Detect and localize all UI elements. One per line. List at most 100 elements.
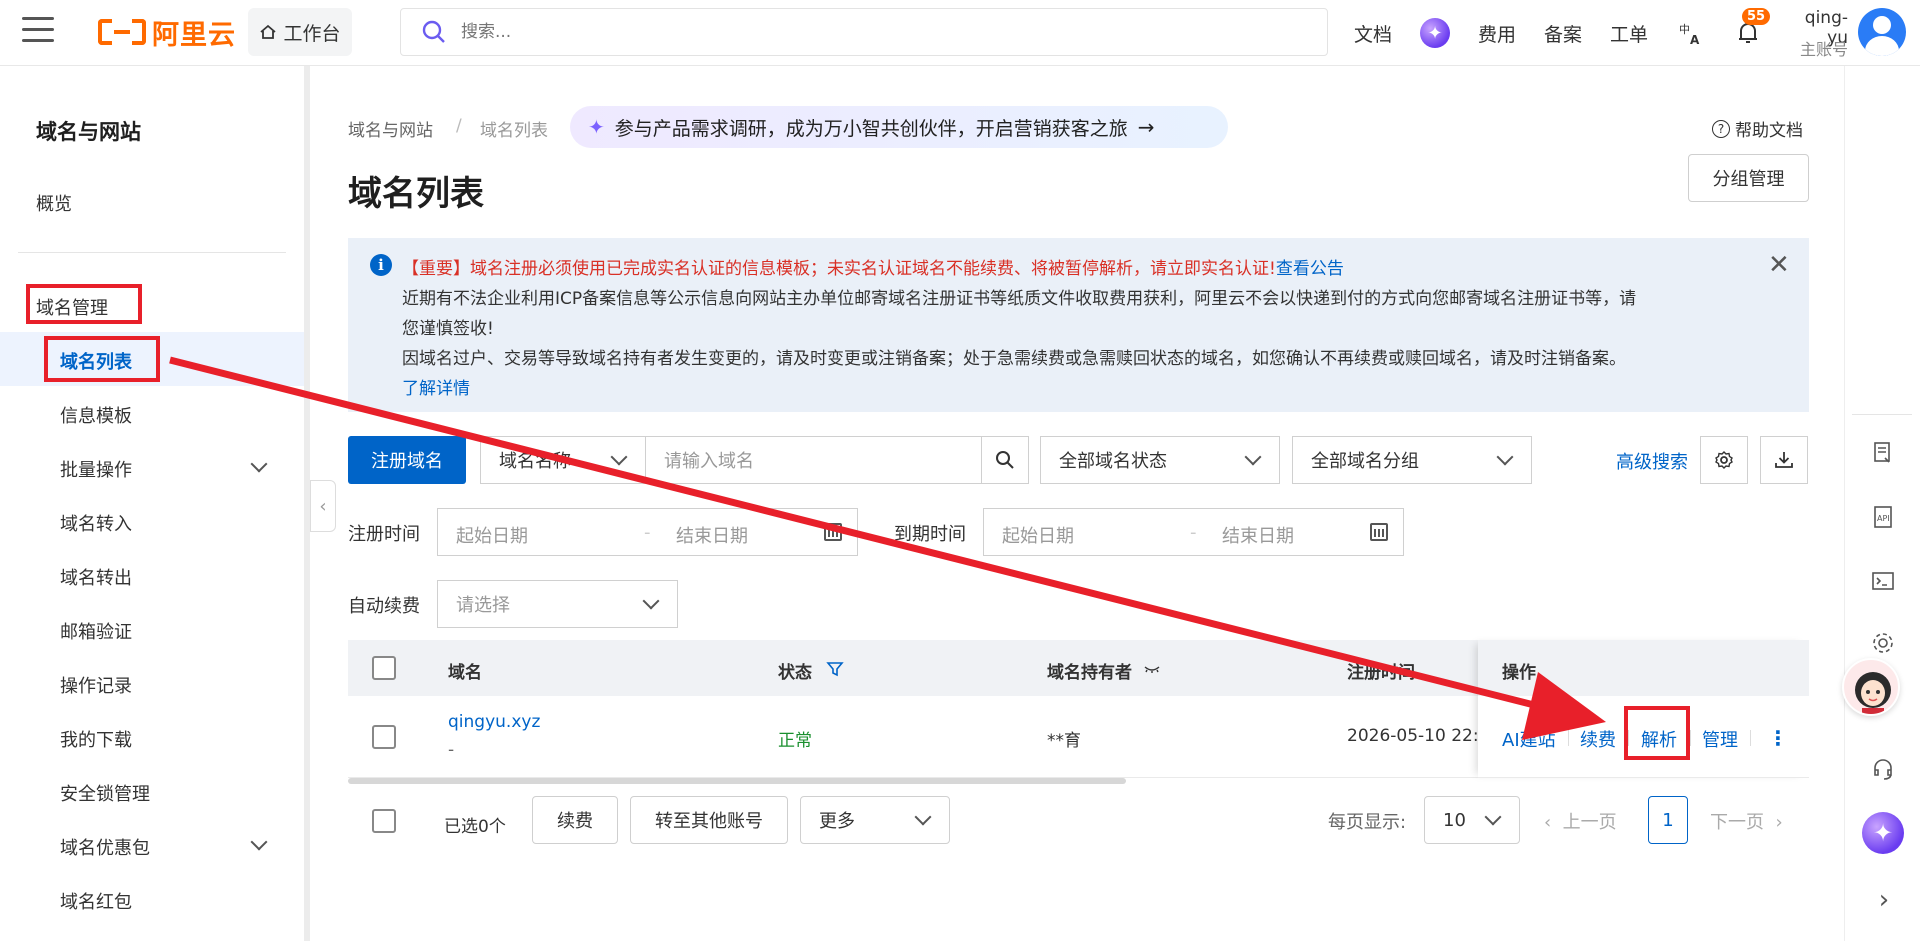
menu-icon[interactable] xyxy=(22,17,54,45)
headset-icon[interactable] xyxy=(1870,756,1896,782)
user-role: 主账号 xyxy=(1799,40,1848,59)
help-docs-link[interactable]: ? 帮助文档 xyxy=(1712,116,1803,141)
reg-date-range[interactable]: 起始日期 - 结束日期 xyxy=(437,508,858,556)
filter-icon[interactable] xyxy=(826,660,844,678)
page-1-button[interactable]: 1 xyxy=(1648,796,1688,844)
ai-sparkle-icon[interactable]: ✦ xyxy=(1862,812,1904,854)
nav-docs[interactable]: 文档 xyxy=(1354,0,1392,66)
workbench-button[interactable]: 工作台 xyxy=(248,8,352,56)
gear-icon[interactable] xyxy=(1870,630,1896,656)
assistant-avatar[interactable] xyxy=(1842,658,1900,716)
annotation-box-domain-list xyxy=(44,336,160,382)
nav-filing[interactable]: 备案 xyxy=(1544,0,1582,66)
advanced-search-link[interactable]: 高级搜索 xyxy=(1616,448,1688,474)
search-type-value: 域名名称 xyxy=(499,451,571,472)
table-horizontal-scrollbar[interactable] xyxy=(348,778,1126,784)
sidebar-item-op-log[interactable]: 操作记录 xyxy=(60,672,132,698)
sidebar-item-transfer-in[interactable]: 域名转入 xyxy=(60,510,132,536)
notice-line-2: 近期有不法企业利用ICP备案信息等公示信息向网站主办单位邮寄域名注册证书等纸质文… xyxy=(402,289,1637,309)
domain-search-input[interactable]: 请输入域名 xyxy=(645,436,982,484)
sidebar-item-transfer-out[interactable]: 域名转出 xyxy=(60,564,132,590)
help-icon: ? xyxy=(1712,119,1730,138)
eye-off-icon[interactable] xyxy=(1144,662,1160,676)
aliyun-logo[interactable]: 阿里云 xyxy=(98,14,236,51)
status-text: 正常 xyxy=(778,731,812,751)
sidebar-item-email-verify[interactable]: 邮箱验证 xyxy=(60,618,132,644)
terminal-icon[interactable] xyxy=(1870,568,1896,594)
col-domain: 域名 xyxy=(448,663,482,683)
nav-ticket[interactable]: 工单 xyxy=(1610,0,1648,66)
next-page-button[interactable]: 下一页 › xyxy=(1710,808,1783,834)
renew-link[interactable]: 续费 xyxy=(1580,726,1616,752)
notice-line-3: 您谨慎签收! xyxy=(402,319,494,339)
col-actions: 操作 xyxy=(1502,663,1536,683)
ai-site-link[interactable]: AI建站 xyxy=(1502,726,1556,752)
more-actions-icon[interactable]: ⋮ xyxy=(1768,726,1788,750)
expire-date-range[interactable]: 起始日期 - 结束日期 xyxy=(983,508,1404,556)
selected-count: 已选0个 xyxy=(444,817,506,837)
sidebar-item-overview[interactable]: 概览 xyxy=(36,190,72,216)
group-manage-button[interactable]: 分组管理 xyxy=(1688,154,1809,202)
api-icon[interactable]: API xyxy=(1870,504,1896,530)
settings-button[interactable] xyxy=(1700,436,1748,484)
close-icon[interactable]: ✕ xyxy=(1768,250,1790,280)
chevron-right-icon[interactable]: › xyxy=(1866,882,1902,918)
chevron-down-icon xyxy=(1484,808,1502,826)
avatar[interactable] xyxy=(1858,8,1906,56)
nav-billing[interactable]: 费用 xyxy=(1478,0,1516,66)
search-icon xyxy=(422,20,445,43)
svg-text:API: API xyxy=(1877,514,1890,523)
svg-text:中: 中 xyxy=(1679,23,1690,36)
global-search-input[interactable] xyxy=(461,22,1261,42)
per-page-select[interactable]: 10 xyxy=(1424,796,1520,844)
survey-promo-banner[interactable]: ✦ 参与产品需求调研，成为万小智共创伙伴，开启营销获客之旅 → xyxy=(570,106,1228,148)
download-button[interactable] xyxy=(1760,436,1808,484)
annotation-box-dns-resolve xyxy=(1624,706,1690,760)
svg-text:A: A xyxy=(1690,33,1700,46)
search-button[interactable] xyxy=(981,436,1029,484)
sidebar-title: 域名与网站 xyxy=(36,120,141,144)
row-checkbox[interactable] xyxy=(372,725,396,749)
prev-page-label: 上一页 xyxy=(1562,812,1617,833)
gear-icon xyxy=(1715,451,1733,469)
more-select[interactable]: 更多 xyxy=(800,796,950,844)
logo-text: 阿里云 xyxy=(152,19,236,51)
batch-renew-button[interactable]: 续费 xyxy=(532,796,618,844)
sidebar-item-batch-ops[interactable]: 批量操作 xyxy=(60,456,132,482)
workbench-label: 工作台 xyxy=(283,22,341,45)
sidebar-item-discount-pack[interactable]: 域名优惠包 xyxy=(60,834,150,860)
register-domain-button[interactable]: 注册域名 xyxy=(348,436,466,484)
sidebar-collapse-button[interactable]: ‹ xyxy=(310,480,336,532)
col-reg-time: 注册时间 xyxy=(1347,663,1415,683)
search-type-select[interactable]: 域名名称 xyxy=(480,436,646,484)
prev-page-button[interactable]: ‹ 上一页 xyxy=(1544,808,1617,834)
notification-badge: 55 xyxy=(1742,8,1771,25)
billing-icon[interactable] xyxy=(1870,440,1896,466)
global-search[interactable] xyxy=(400,8,1328,56)
breadcrumb-domain-website[interactable]: 域名与网站 xyxy=(348,116,433,141)
manage-link[interactable]: 管理 xyxy=(1702,726,1738,752)
download-icon xyxy=(1775,452,1793,468)
footer-select-all-checkbox[interactable] xyxy=(372,809,396,833)
group-select[interactable]: 全部域名分组 xyxy=(1292,436,1532,484)
transfer-account-button[interactable]: 转至其他账号 xyxy=(630,796,788,844)
select-all-checkbox[interactable] xyxy=(372,656,396,680)
per-page-label: 每页显示: xyxy=(1328,812,1407,833)
chevron-down-icon xyxy=(642,592,660,610)
domain-link[interactable]: qingyu.xyz xyxy=(448,712,540,732)
chevron-down-icon xyxy=(1496,448,1514,466)
learn-more-link[interactable]: 了解详情 xyxy=(402,379,470,399)
chevron-left-icon: ‹ xyxy=(319,495,327,517)
sidebar-item-downloads[interactable]: 我的下载 xyxy=(60,726,132,752)
status-select[interactable]: 全部域名状态 xyxy=(1040,436,1280,484)
view-announcement-link[interactable]: 查看公告 xyxy=(1276,259,1344,279)
sidebar-item-info-template[interactable]: 信息模板 xyxy=(60,402,132,428)
ai-assistant-button[interactable]: ✦ xyxy=(1420,0,1450,66)
sidebar-item-red-packet[interactable]: 域名红包 xyxy=(60,888,132,914)
expire-start-date: 起始日期 xyxy=(1002,526,1074,547)
col-status: 状态 xyxy=(778,663,812,683)
language-icon[interactable]: 中A xyxy=(1678,0,1704,66)
auto-renew-select[interactable]: 请选择 xyxy=(437,580,678,628)
sidebar-item-security-lock[interactable]: 安全锁管理 xyxy=(60,780,150,806)
auto-renew-value: 请选择 xyxy=(456,595,510,616)
